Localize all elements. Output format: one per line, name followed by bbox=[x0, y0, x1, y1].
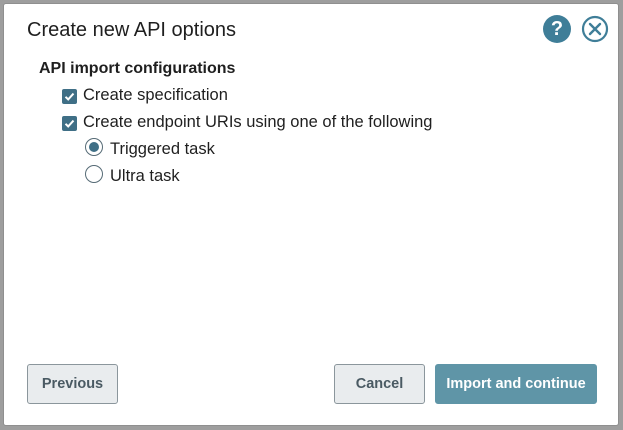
triggered-task-radio[interactable] bbox=[85, 138, 103, 156]
ultra-task-label[interactable]: Ultra task bbox=[110, 167, 180, 186]
cancel-button[interactable]: Cancel bbox=[334, 364, 425, 404]
previous-button[interactable]: Previous bbox=[27, 364, 118, 404]
create-endpoint-uris-label[interactable]: Create endpoint URIs using one of the fo… bbox=[83, 113, 432, 132]
checkmark-icon bbox=[64, 119, 75, 128]
section-title: API import configurations bbox=[39, 60, 236, 77]
triggered-task-label[interactable]: Triggered task bbox=[110, 140, 215, 159]
close-icon[interactable] bbox=[581, 15, 609, 43]
create-specification-label[interactable]: Create specification bbox=[83, 86, 228, 105]
create-api-dialog: Create new API options ? API import conf… bbox=[3, 3, 619, 426]
checkmark-icon bbox=[64, 92, 75, 101]
ultra-task-radio[interactable] bbox=[85, 165, 103, 183]
dialog-title: Create new API options bbox=[27, 19, 237, 41]
create-endpoint-uris-checkbox[interactable] bbox=[62, 116, 77, 131]
help-icon[interactable]: ? bbox=[543, 15, 571, 43]
import-and-continue-button[interactable]: Import and continue bbox=[435, 364, 597, 404]
create-specification-checkbox[interactable] bbox=[62, 89, 77, 104]
